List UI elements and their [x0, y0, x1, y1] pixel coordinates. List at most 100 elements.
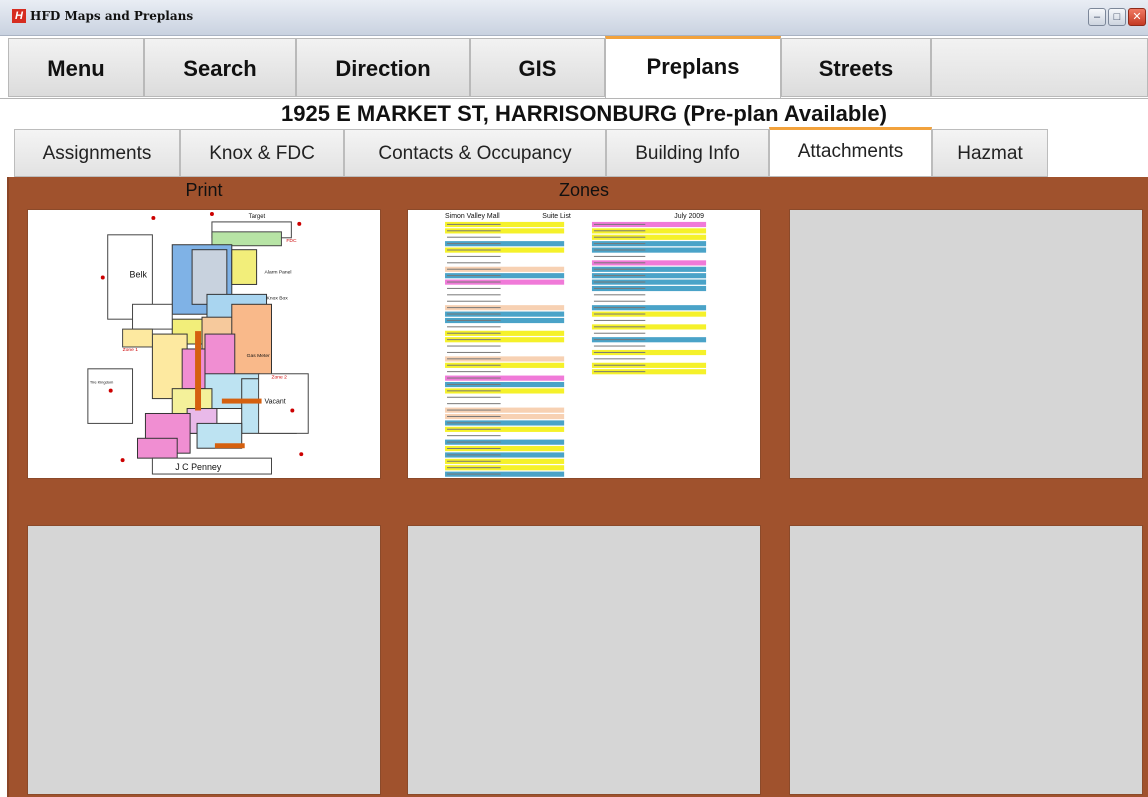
plan-label-tire-kingdom: Tire Kingdom — [90, 380, 114, 385]
zone-row-text — [447, 351, 501, 353]
tab-knox-fdc[interactable]: Knox & FDC — [180, 129, 344, 177]
zone-row-text — [593, 281, 646, 283]
close-button[interactable]: ✕ — [1128, 8, 1146, 26]
zone-row-text — [447, 268, 501, 270]
attachment-slot-5[interactable] — [407, 525, 761, 795]
zone-row-text — [447, 454, 501, 456]
zone-row-text — [447, 249, 501, 251]
plan-label-zone-2: Zone 2 — [271, 375, 287, 381]
zone-row-text — [593, 307, 646, 309]
zone-row-text — [593, 371, 646, 373]
floor-plan-preview: Belk Target J C Penney Vacant Tire Kingd… — [28, 210, 380, 478]
window-title: HFD Maps and Preplans — [30, 9, 194, 23]
zone-row-text — [593, 275, 646, 277]
attachment-thumbnail-print[interactable]: Belk Target J C Penney Vacant Tire Kingd… — [27, 209, 381, 479]
zone-row-text — [447, 467, 501, 469]
zone-row-text — [447, 230, 501, 232]
plan-label-gas-meter: Gas Meter — [247, 353, 270, 359]
tab-gis[interactable]: GIS — [470, 38, 605, 97]
zone-row-text — [447, 255, 501, 257]
tab-direction[interactable]: Direction — [296, 38, 470, 97]
zone-row-text — [593, 345, 646, 347]
attachments-panel: Print Zones Belk Target J C Penney Vacan… — [7, 177, 1148, 797]
zone-row-text — [447, 441, 501, 443]
main-tab-bar: Menu Search Direction GIS Preplans Stree… — [0, 36, 1148, 99]
zone-row-text — [593, 223, 646, 225]
zone-row-text — [593, 287, 646, 289]
zone-row-text — [447, 396, 501, 398]
zone-row-text — [447, 473, 501, 475]
attachment-slot-3[interactable] — [789, 209, 1143, 479]
sub-tab-bar: Assignments Knox & FDC Contacts & Occupa… — [0, 127, 1148, 177]
zone-row-text — [447, 371, 501, 373]
tab-building-info[interactable]: Building Info — [606, 129, 769, 177]
plan-label-alarm-panel: Alarm Panel — [265, 270, 292, 276]
zones-date: July 2009 — [674, 213, 704, 220]
zones-list-title: Suite List — [542, 213, 571, 220]
attachment-thumbnail-zones[interactable]: Simon Valley Mall Suite List July 2009 — [407, 209, 761, 479]
zone-row-text — [593, 332, 646, 334]
zone-row-text — [447, 275, 501, 277]
zone-row-text — [593, 268, 646, 270]
zone-row-text — [593, 262, 646, 264]
address-heading: 1925 E MARKET ST, HARRISONBURG (Pre-plan… — [281, 101, 887, 126]
plan-label-vacant: Vacant — [265, 399, 286, 406]
zone-row-text — [447, 409, 501, 411]
zone-row-text — [593, 230, 646, 232]
attachment-label-print: Print — [185, 180, 223, 200]
zone-row-text — [593, 351, 646, 353]
zone-row-text — [593, 319, 646, 321]
tab-assignments[interactable]: Assignments — [14, 129, 180, 177]
zone-row-text — [447, 326, 501, 328]
tab-search[interactable]: Search — [144, 38, 296, 97]
zone-row-text — [593, 294, 646, 296]
zone-row-text — [447, 415, 501, 417]
tab-menu[interactable]: Menu — [8, 38, 144, 97]
zone-row-text — [447, 460, 501, 462]
maximize-button[interactable]: □ — [1108, 8, 1126, 26]
tab-hazmat[interactable]: Hazmat — [932, 129, 1048, 177]
zone-row-text — [447, 390, 501, 392]
tab-streets[interactable]: Streets — [781, 38, 931, 97]
zone-row-text — [447, 345, 501, 347]
tab-preplans[interactable]: Preplans — [605, 36, 781, 98]
zone-row-text — [447, 383, 501, 385]
attachment-slot-6[interactable] — [789, 525, 1143, 795]
zone-row-text — [593, 339, 646, 341]
zone-row-text — [447, 428, 501, 430]
zone-row-text — [447, 358, 501, 360]
zone-row-text — [593, 313, 646, 315]
minimize-button[interactable]: – — [1088, 8, 1106, 26]
zone-row-text — [447, 300, 501, 302]
zones-mall-name: Simon Valley Mall — [445, 213, 500, 220]
plan-label-knox-box: Knox Box — [267, 295, 289, 301]
zone-row-text — [593, 236, 646, 238]
zone-row-text — [593, 364, 646, 366]
zone-row-text — [447, 223, 501, 225]
attachment-label-zones: Zones — [558, 180, 610, 200]
tab-attachments[interactable]: Attachments — [769, 127, 932, 177]
zone-row-text — [447, 339, 501, 341]
zone-row-text — [447, 377, 501, 379]
tab-bar-filler — [931, 38, 1148, 97]
zone-row-text — [447, 313, 501, 315]
plan-label-fdc: FDC — [286, 238, 297, 244]
attachment-slot-4[interactable] — [27, 525, 381, 795]
zone-row-text — [447, 422, 501, 424]
plan-label-zone-1: Zone 1 — [123, 347, 139, 353]
zone-row-text — [447, 287, 501, 289]
zone-row-text — [447, 319, 501, 321]
zone-row-text — [447, 403, 501, 405]
tab-contacts-occupancy[interactable]: Contacts & Occupancy — [344, 129, 606, 177]
zone-row-text — [447, 332, 501, 334]
zone-row-text — [593, 255, 646, 257]
zone-list-preview: Simon Valley Mall Suite List July 2009 — [408, 210, 760, 478]
plan-label-jc-penney: J C Penney — [175, 462, 222, 472]
plan-label-target: Target — [249, 214, 266, 220]
zone-row-text — [593, 300, 646, 302]
zone-row-text — [593, 326, 646, 328]
zone-row-text — [447, 364, 501, 366]
zone-row-text — [593, 249, 646, 251]
zone-row-text — [593, 243, 646, 245]
zone-row-text — [447, 236, 501, 238]
